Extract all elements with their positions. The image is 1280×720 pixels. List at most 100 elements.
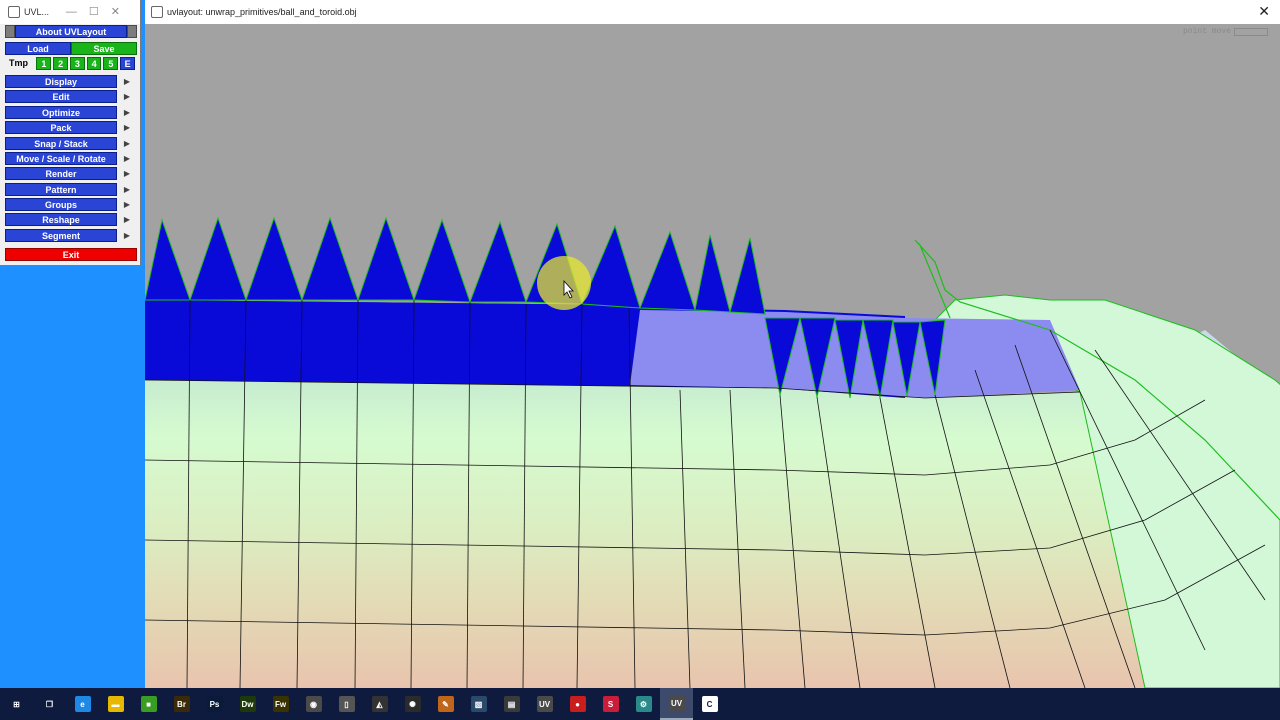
taskbar-item[interactable]: ▧ xyxy=(462,688,495,720)
unity-icon: ◭ xyxy=(371,696,388,712)
submenu-arrow-icon[interactable]: ▶ xyxy=(117,215,137,224)
taskbar-item[interactable]: ▤ xyxy=(495,688,528,720)
tmp-slot-4[interactable]: 4 xyxy=(86,57,102,70)
mode-status-box xyxy=(1234,27,1268,36)
taskbar-item[interactable]: Ps xyxy=(198,688,231,720)
bridge-icon: Br xyxy=(173,696,190,712)
exit-button[interactable]: Exit xyxy=(5,248,137,261)
network-icon: ✺ xyxy=(404,696,421,712)
menu-render[interactable]: Render ▶ xyxy=(5,167,137,180)
tmp-slots-row: Tmp 1 2 3 4 5 E xyxy=(5,57,137,70)
menu-edit[interactable]: Edit ▶ xyxy=(5,90,137,103)
taskbar-item[interactable]: Dw xyxy=(231,688,264,720)
tmp-slot-5[interactable]: 5 xyxy=(103,57,119,70)
taskbar-item[interactable]: S xyxy=(594,688,627,720)
menu-reshape[interactable]: Reshape ▶ xyxy=(5,213,137,226)
tmp-slot-1[interactable]: 1 xyxy=(36,57,52,70)
picture-icon: ▧ xyxy=(470,696,487,712)
taskbar-item[interactable]: C xyxy=(693,688,726,720)
menu-pack-button[interactable]: Pack xyxy=(5,121,117,134)
submenu-arrow-icon[interactable]: ▶ xyxy=(117,231,137,240)
submenu-arrow-icon[interactable]: ▶ xyxy=(117,200,137,209)
submenu-arrow-icon[interactable]: ▶ xyxy=(117,185,137,194)
menu-move-scale-rotate[interactable]: Move / Scale / Rotate ▶ xyxy=(5,152,137,165)
uv-viewport-window: uvlayout: unwrap_primitives/ball_and_tor… xyxy=(145,0,1280,688)
taskbar-item[interactable]: ◉ xyxy=(297,688,330,720)
window-controls[interactable]: —☐✕ xyxy=(66,5,132,18)
submenu-arrow-icon[interactable]: ▶ xyxy=(117,123,137,132)
submenu-arrow-icon[interactable]: ▶ xyxy=(117,92,137,101)
taskbar-item[interactable]: ⚙ xyxy=(627,688,660,720)
menu-optimize[interactable]: Optimize ▶ xyxy=(5,106,137,119)
tmp-slot-2[interactable]: 2 xyxy=(53,57,68,70)
mode-indicator: point move xyxy=(1183,27,1268,36)
selected-faces-right[interactable] xyxy=(145,300,635,386)
exit-row: Exit xyxy=(5,248,137,261)
load-save-row: Load Save xyxy=(5,42,137,55)
menu-snap-stack[interactable]: Snap / Stack ▶ xyxy=(5,137,137,150)
panel-title-bar[interactable]: UVL... —☐✕ xyxy=(0,0,140,24)
submenu-arrow-icon[interactable]: ▶ xyxy=(117,169,137,178)
taskbar-item[interactable]: Br xyxy=(165,688,198,720)
close-icon[interactable]: ✕ xyxy=(1258,3,1270,20)
taskbar-item[interactable]: ▬ xyxy=(99,688,132,720)
panel-grip-right[interactable] xyxy=(127,25,137,38)
fireworks-icon: Fw xyxy=(272,696,289,712)
about-button[interactable]: About UVLayout xyxy=(15,25,127,38)
substance-icon: S xyxy=(602,696,619,712)
menu-display-button[interactable]: Display xyxy=(5,75,117,88)
menu-pattern[interactable]: Pattern ▶ xyxy=(5,183,137,196)
menu-segment-button[interactable]: Segment xyxy=(5,229,117,242)
tmp-slot-3[interactable]: 3 xyxy=(69,57,85,70)
submenu-arrow-icon[interactable]: ▶ xyxy=(117,139,137,148)
taskbar-item[interactable]: ▯ xyxy=(330,688,363,720)
uv-tool-icon: UV xyxy=(536,696,553,712)
menu-pack[interactable]: Pack ▶ xyxy=(5,121,137,134)
uv-mesh-canvas[interactable] xyxy=(145,0,1280,688)
load-button[interactable]: Load xyxy=(5,42,71,55)
uvlayout-tool-panel: UVL... —☐✕ About UVLayout Load Save Tmp … xyxy=(0,0,141,265)
taskbar-item[interactable]: e xyxy=(66,688,99,720)
menu-pattern-button[interactable]: Pattern xyxy=(5,183,117,196)
submenu-arrow-icon[interactable]: ▶ xyxy=(117,108,137,117)
tmp-slot-e[interactable]: E xyxy=(120,57,135,70)
internet-explorer-icon: e xyxy=(74,696,91,712)
red-app-icon: ● xyxy=(569,696,586,712)
menu-render-button[interactable]: Render xyxy=(5,167,117,180)
panel-grip-left[interactable] xyxy=(5,25,15,38)
menu-groups-button[interactable]: Groups xyxy=(5,198,117,211)
paint-icon: ✎ xyxy=(437,696,454,712)
submenu-arrow-icon[interactable]: ▶ xyxy=(117,77,137,86)
menu-reshape-button[interactable]: Reshape xyxy=(5,213,117,226)
menu-segment[interactable]: Segment ▶ xyxy=(5,229,137,242)
file-explorer-icon: ▬ xyxy=(107,696,124,712)
taskbar-item[interactable]: ● xyxy=(561,688,594,720)
taskbar-item[interactable]: UV xyxy=(660,688,693,720)
menu-snap-stack-button[interactable]: Snap / Stack xyxy=(5,137,117,150)
dreamweaver-icon: Dw xyxy=(239,696,256,712)
taskbar-item[interactable]: UV xyxy=(528,688,561,720)
menu-move-scale-rotate-button[interactable]: Move / Scale / Rotate xyxy=(5,152,117,165)
submenu-arrow-icon[interactable]: ▶ xyxy=(117,154,137,163)
taskbar-item[interactable]: ◭ xyxy=(363,688,396,720)
taskbar-item[interactable]: ⊞ xyxy=(0,688,33,720)
utility-icon: ◉ xyxy=(305,696,322,712)
panel-window-title: UVL... xyxy=(24,7,50,17)
menu-display[interactable]: Display ▶ xyxy=(5,75,137,88)
menu-optimize-button[interactable]: Optimize xyxy=(5,106,117,119)
cinema4d-icon: C xyxy=(701,696,718,712)
taskbar-item[interactable]: ❐ xyxy=(33,688,66,720)
green-app-icon: ■ xyxy=(140,696,157,712)
save-button[interactable]: Save xyxy=(71,42,137,55)
viewport-title-bar[interactable]: uvlayout: unwrap_primitives/ball_and_tor… xyxy=(145,0,1280,24)
uvlayout-app-icon xyxy=(8,6,20,18)
uvlayout-icon: UV xyxy=(668,695,685,711)
menu-edit-button[interactable]: Edit xyxy=(5,90,117,103)
taskbar-item[interactable]: Fw xyxy=(264,688,297,720)
taskbar-item[interactable]: ✺ xyxy=(396,688,429,720)
seam-spikes[interactable] xyxy=(145,216,766,315)
taskbar-item[interactable]: ■ xyxy=(132,688,165,720)
windows-start-icon: ⊞ xyxy=(8,696,25,712)
taskbar-item[interactable]: ✎ xyxy=(429,688,462,720)
menu-groups[interactable]: Groups ▶ xyxy=(5,198,137,211)
